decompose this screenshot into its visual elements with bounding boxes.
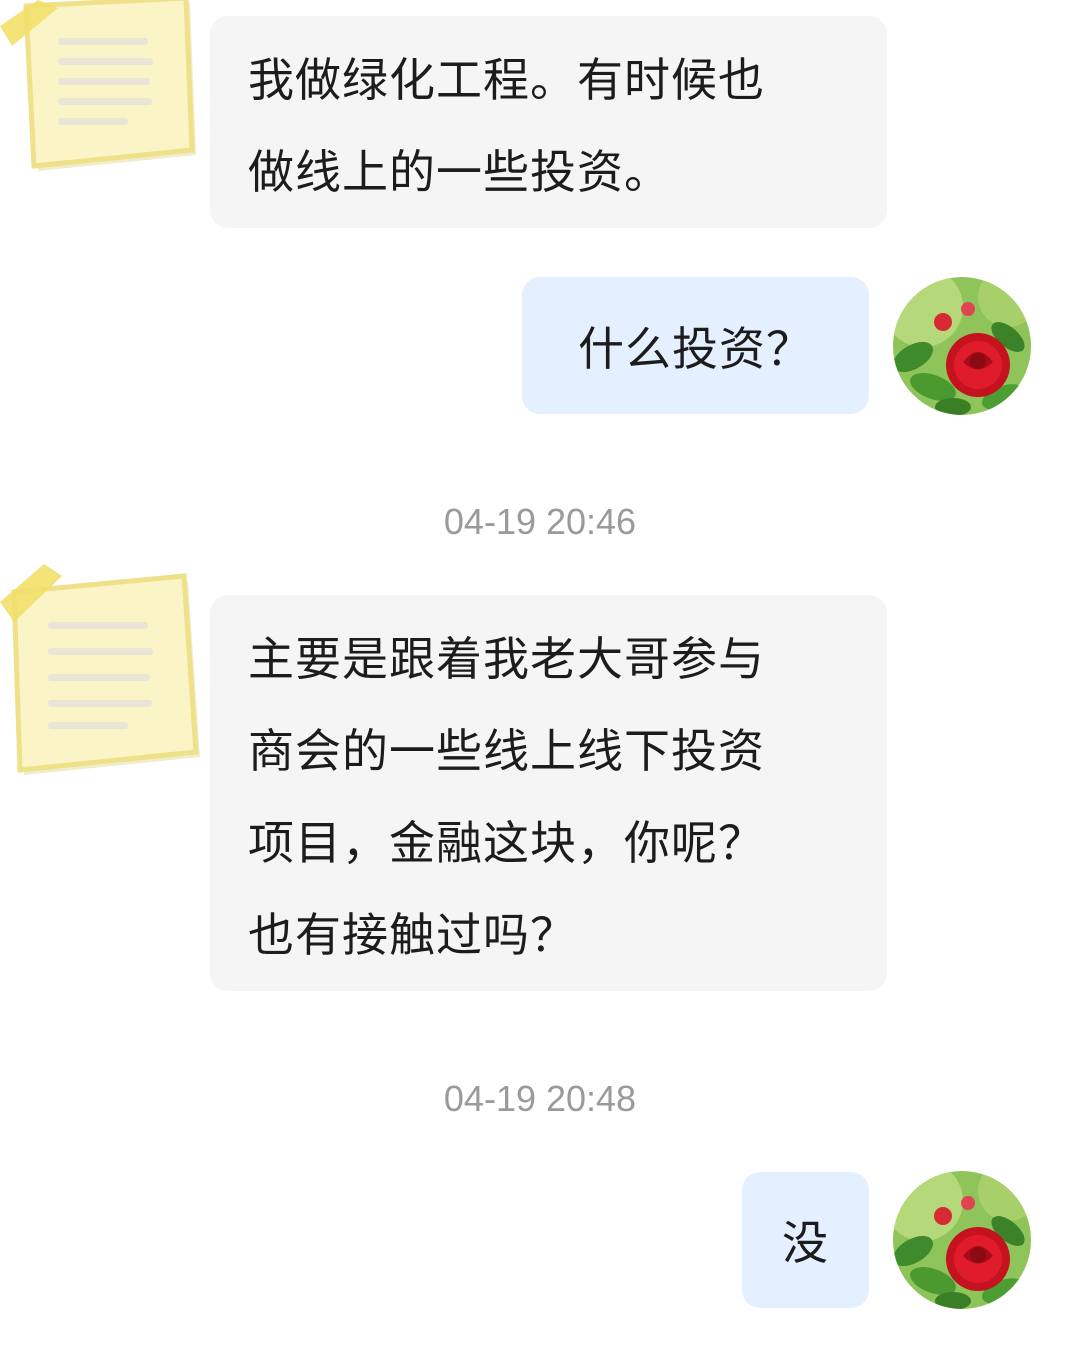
message-bubble-outgoing[interactable]: 什么投资？ [522, 277, 869, 414]
message-bubble-incoming[interactable]: 主要是跟着我老大哥参与 商会的一些线上线下投资 项目，金融这块，你呢？ 也有接触… [210, 595, 887, 991]
self-avatar[interactable] [893, 1171, 1031, 1309]
contact-avatar[interactable] [0, 0, 200, 175]
timestamp: 04-19 20:48 [443, 1078, 637, 1119]
timestamp: 04-19 20:46 [443, 501, 637, 542]
contact-avatar[interactable] [0, 562, 205, 777]
red-rose-icon [893, 277, 1031, 415]
red-rose-icon [893, 1171, 1031, 1309]
sticky-note-icon [0, 564, 200, 775]
message-bubble-outgoing[interactable]: 没 [742, 1172, 869, 1308]
sticky-note-icon [0, 0, 196, 171]
self-avatar[interactable] [893, 277, 1031, 415]
message-bubble-incoming[interactable]: 我做绿化工程。有时候也 做线上的一些投资。 [210, 16, 887, 228]
